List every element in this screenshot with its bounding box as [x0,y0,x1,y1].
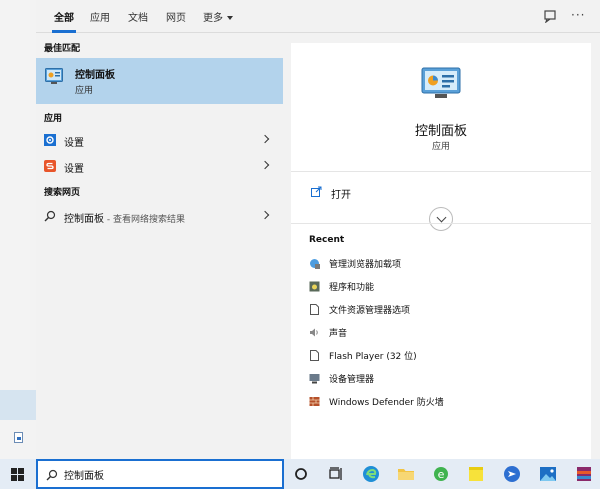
search-icon [46,469,58,481]
chevron-right-icon[interactable] [260,160,270,170]
windows-start-icon[interactable] [11,468,24,481]
recent-item[interactable]: 程序和功能 [309,278,579,298]
chevron-right-icon[interactable] [260,134,270,144]
preview-subtitle: 应用 [431,142,450,152]
programs-icon [309,281,320,292]
results-list: 最佳匹配 控制面板 应用 应用 设置 设置 搜索网页 控制面板 - 查看网络搜索… [36,34,290,459]
tab-web[interactable]: 网页 [166,9,186,33]
preview-pane: 控制面板 应用 打开 Recent 管理浏览器加载项 程序和功能 文件资源管理器… [291,43,591,459]
divider [291,223,591,224]
chevron-right-icon[interactable] [260,210,270,220]
search-input[interactable] [64,469,264,480]
browser-addon-icon [310,259,320,269]
tab-more[interactable]: 更多 [203,9,233,33]
search-tabs-bar: 全部 应用 文档 网页 更多 ··· [36,0,600,33]
best-match-title: 控制面板 [75,70,115,81]
sticky-notes-icon[interactable] [467,465,485,483]
open-label: 打开 [331,190,351,201]
feedback-icon[interactable] [543,9,557,23]
chevron-down-icon [227,16,233,20]
control-panel-icon [45,68,63,84]
photos-icon[interactable] [539,465,557,483]
taskbar-search-box[interactable] [36,459,284,489]
list-item-web-search[interactable]: 控制面板 - 查看网络搜索结果 [36,204,283,228]
recent-item[interactable]: Windows Defender 防火墙 [309,393,579,413]
device-manager-icon [309,374,320,384]
gear-icon [44,134,56,146]
file-icon [310,304,319,315]
start-search-panel: 全部 应用 文档 网页 更多 ··· 最佳匹配 控制面板 应用 应用 设置 设置… [36,0,600,459]
preview-title: 控制面板 [414,124,467,139]
recent-item[interactable]: Flash Player (32 位) [309,347,579,367]
recent-heading: Recent [309,235,345,245]
more-options-icon[interactable]: ··· [571,8,585,22]
list-item-label: 设置 [64,164,84,175]
list-item-settings-2[interactable]: 设置 [36,154,283,178]
task-view-icon[interactable] [327,465,345,483]
recent-item[interactable]: 设备管理器 [309,370,579,390]
settings-s-icon [44,160,56,172]
file-explorer-icon[interactable] [397,465,415,483]
tab-documents[interactable]: 文档 [128,9,148,33]
firewall-icon [309,397,320,406]
feedback-app-icon[interactable] [503,465,521,483]
web-search-heading: 搜索网页 [44,188,81,198]
recent-item[interactable]: 声音 [309,324,579,344]
open-icon [311,186,322,197]
cortana-icon[interactable] [292,465,310,483]
svg-text:e: e [438,468,445,481]
search-icon [44,210,56,222]
winrar-icon[interactable] [575,465,593,483]
divider [291,171,591,172]
tab-apps[interactable]: 应用 [90,9,110,33]
ie-icon[interactable]: e [432,465,450,483]
edge-icon[interactable] [362,465,380,483]
desktop-window-edge [0,390,36,420]
tab-all[interactable]: 全部 [52,9,76,33]
best-match-item[interactable]: 控制面板 应用 [36,58,283,104]
list-item-label: 设置 [64,138,84,149]
taskbar: e [0,459,600,489]
list-item-label: 控制面板 - 查看网络搜索结果 [64,214,185,225]
expand-button[interactable] [429,207,453,231]
speaker-icon [310,328,318,337]
desktop-file-icon[interactable] [14,432,23,443]
list-item-settings[interactable]: 设置 [36,128,283,152]
desktop-edge [0,0,36,459]
recent-item[interactable]: 文件资源管理器选项 [309,301,579,321]
file-icon [310,350,319,361]
best-match-heading: 最佳匹配 [44,44,81,54]
recent-item[interactable]: 管理浏览器加载项 [309,255,579,275]
best-match-subtitle: 应用 [75,86,94,96]
control-panel-large-icon [421,67,461,98]
apps-heading: 应用 [44,114,63,124]
